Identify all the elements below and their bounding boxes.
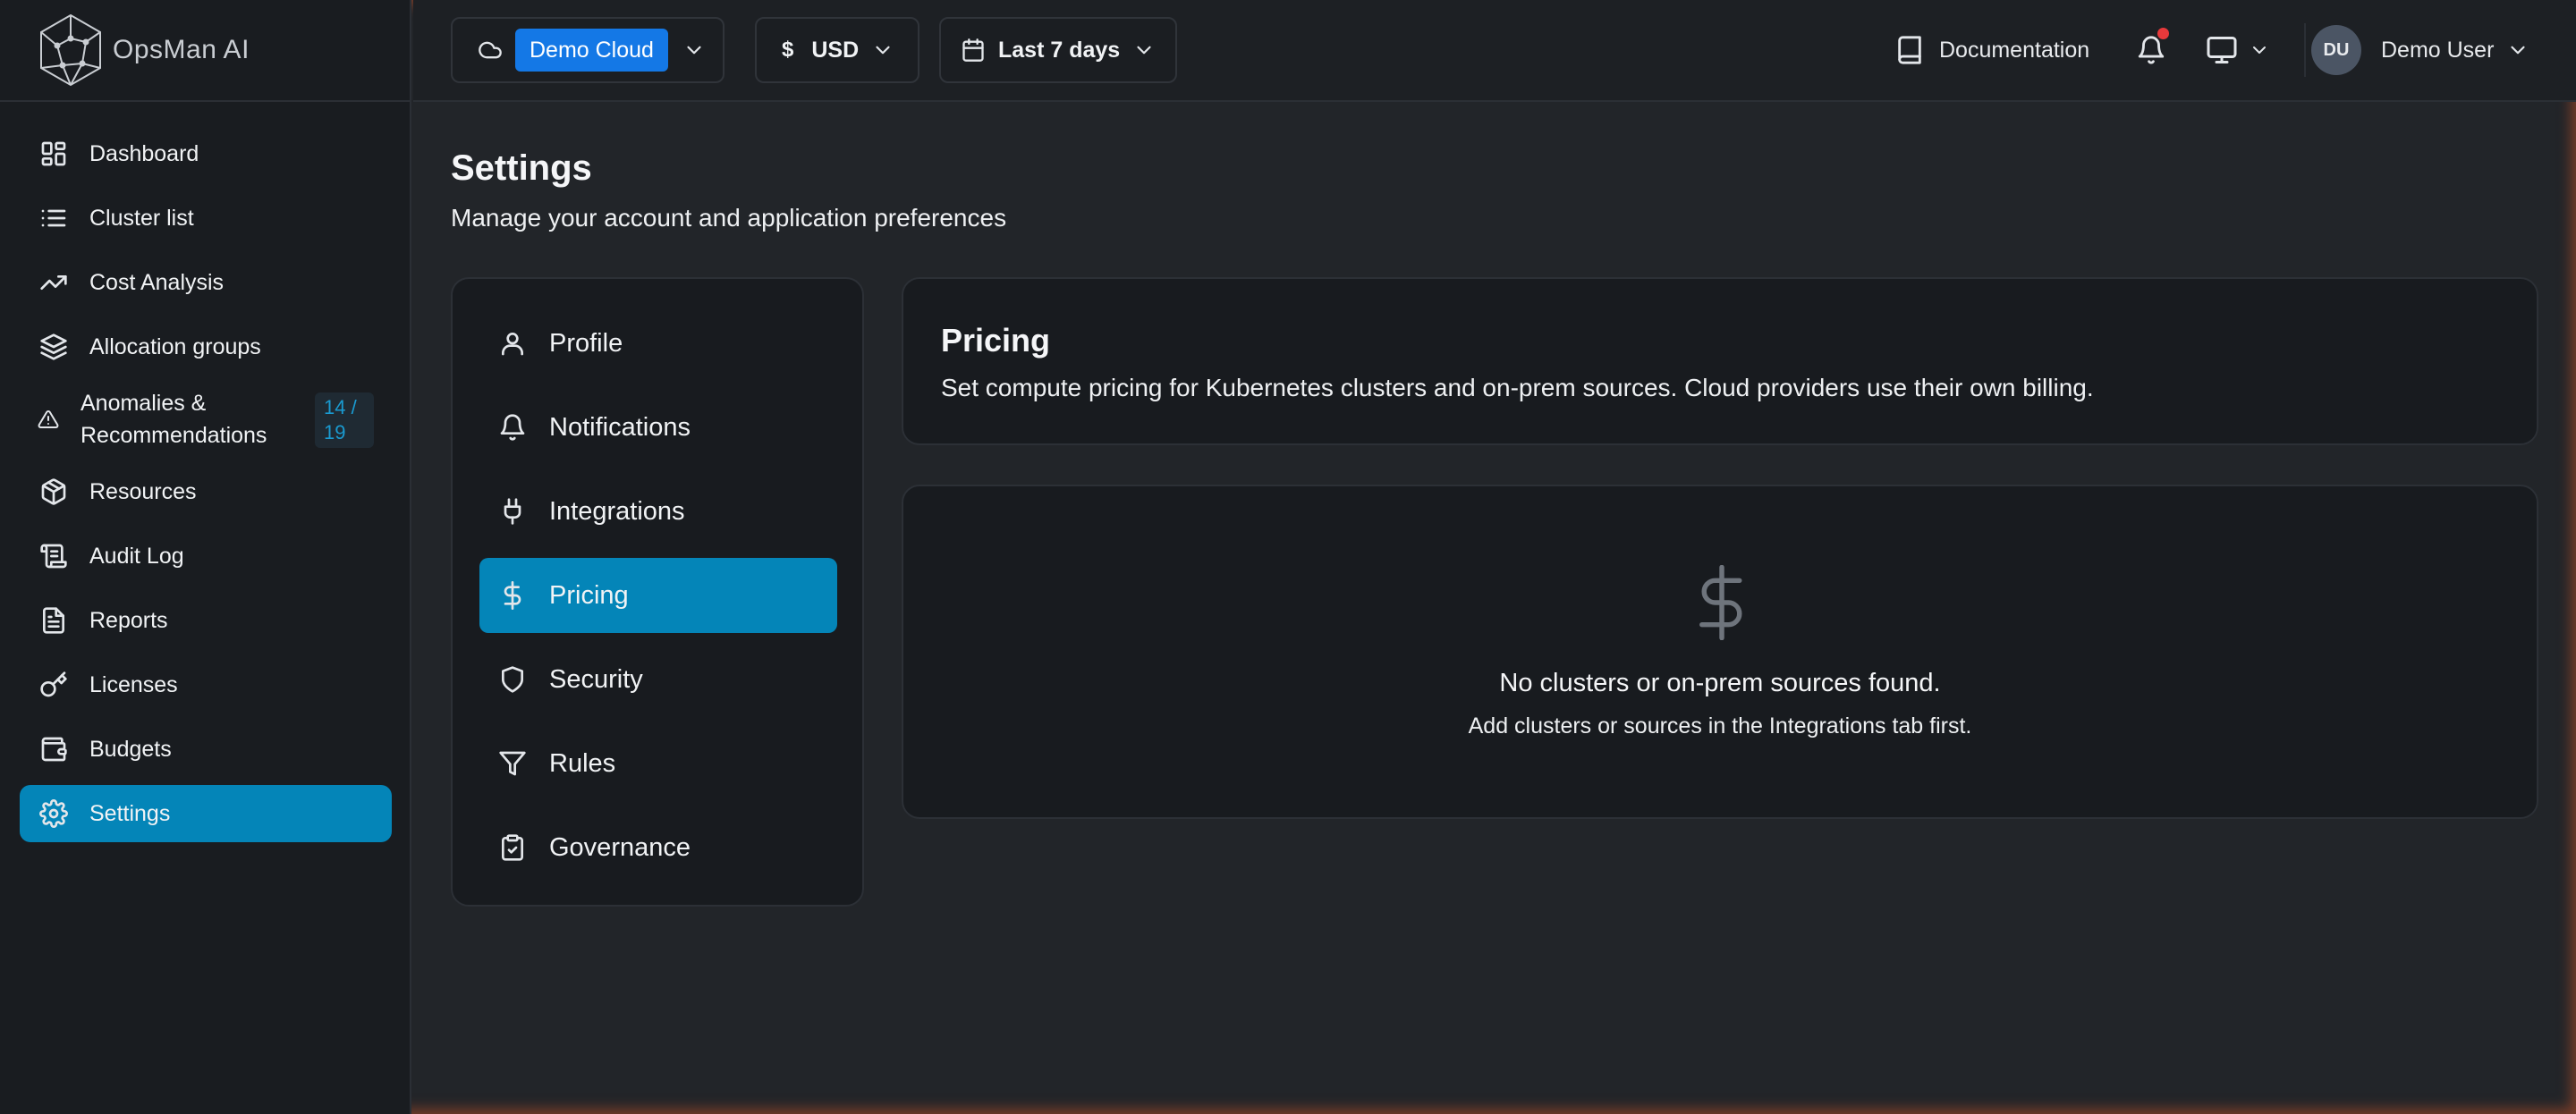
file-text-icon	[38, 604, 70, 637]
cloud-icon	[479, 41, 502, 59]
chevron-down-icon	[687, 46, 701, 55]
plug-icon	[497, 496, 528, 527]
chevron-down-icon	[2253, 46, 2266, 54]
currency-selector[interactable]: $ USD	[755, 17, 919, 83]
currency-value: USD	[811, 37, 860, 63]
sidebar-item-audit-log[interactable]: Audit Log	[20, 527, 392, 585]
sidebar-item-settings[interactable]: Settings	[20, 785, 392, 842]
brand-name: OpsMan AI	[113, 35, 250, 64]
sidebar-item-allocation-groups[interactable]: Allocation groups	[20, 318, 392, 376]
settings-tab-security[interactable]: Security	[479, 642, 837, 717]
chevron-down-icon	[1137, 46, 1151, 55]
dollar-icon	[497, 580, 528, 611]
cloud-selector[interactable]: Demo Cloud	[451, 17, 724, 83]
chevron-down-icon	[2511, 46, 2526, 55]
user-menu[interactable]: DU Demo User	[2311, 17, 2529, 83]
sidebar-item-label: Cost Analysis	[89, 269, 225, 295]
warning-icon	[38, 403, 59, 435]
chevron-down-icon	[876, 46, 890, 55]
settings-tab-pricing[interactable]: Pricing	[479, 558, 837, 633]
sidebar-item-label: Resources	[89, 478, 197, 504]
sidebar-item-licenses[interactable]: Licenses	[20, 656, 392, 713]
notifications-button[interactable]	[2136, 17, 2169, 83]
pricing-title: Pricing	[941, 322, 1051, 359]
settings-tab-integrations[interactable]: Integrations	[479, 474, 837, 549]
settings-tab-label: Profile	[549, 328, 623, 358]
empty-state-title: No clusters or on-prem sources found.	[1499, 669, 1941, 697]
sidebar-item-label: Allocation groups	[89, 333, 261, 359]
currency-symbol: $	[782, 38, 794, 62]
sidebar-item-label: Reports	[89, 607, 168, 633]
sidebar-item-reports[interactable]: Reports	[20, 592, 392, 649]
topbar-divider	[2304, 23, 2306, 77]
layers-icon	[38, 331, 70, 363]
wallet-icon	[38, 733, 70, 765]
bell-icon	[2138, 36, 2165, 64]
sidebar-item-label: Budgets	[89, 736, 172, 762]
settings-tab-label: Governance	[549, 832, 691, 862]
sidebar-nav: Dashboard Cluster list Cost Analysis All…	[20, 125, 392, 849]
app-window: OpsMan AI Dashboard Cluster list Cost An…	[0, 0, 2576, 1114]
topbar: Demo Cloud $ USD Last 7 days Documentati…	[413, 0, 2576, 102]
page-title: Settings	[451, 148, 592, 188]
display-mode-selector[interactable]	[2206, 17, 2270, 83]
notification-dot	[2157, 28, 2169, 39]
gear-icon	[38, 798, 70, 830]
date-range-value: Last 7 days	[998, 37, 1121, 63]
pricing-empty-state: No clusters or on-prem sources found. Ad…	[902, 485, 2538, 819]
clipboard-check-icon	[497, 832, 528, 863]
empty-state-subtitle: Add clusters or sources in the Integrati…	[1468, 713, 1972, 738]
sidebar-item-dashboard[interactable]: Dashboard	[20, 125, 392, 182]
settings-tab-profile[interactable]: Profile	[479, 306, 837, 381]
key-icon	[38, 669, 70, 701]
settings-tab-label: Integrations	[549, 496, 685, 526]
settings-menu: Profile Notifications Integrations Prici…	[451, 277, 864, 907]
user-icon	[497, 328, 528, 359]
dashboard-icon	[38, 138, 70, 170]
sidebar-item-anomalies[interactable]: Anomalies & Recommendations 14 / 19	[20, 383, 392, 456]
sidebar-item-label: Licenses	[89, 671, 178, 697]
documentation-link[interactable]: Documentation	[1894, 17, 2089, 83]
sidebar-item-cluster-list[interactable]: Cluster list	[20, 190, 392, 247]
list-icon	[38, 202, 70, 234]
trending-up-icon	[38, 266, 70, 299]
settings-tab-rules[interactable]: Rules	[479, 726, 837, 801]
dollar-icon	[1699, 565, 1742, 640]
sidebar-item-label: Audit Log	[89, 543, 184, 569]
scroll-icon	[38, 540, 70, 572]
brand[interactable]: OpsMan AI	[0, 0, 411, 102]
shield-icon	[497, 664, 528, 695]
sidebar-item-label: Settings	[89, 800, 171, 826]
sidebar-item-label: Dashboard	[89, 140, 199, 166]
avatar: DU	[2311, 25, 2361, 75]
pricing-description: Set compute pricing for Kubernetes clust…	[941, 374, 2094, 401]
book-icon	[1898, 36, 1921, 64]
filter-icon	[497, 748, 528, 779]
settings-tab-governance[interactable]: Governance	[479, 810, 837, 885]
settings-tab-label: Security	[549, 664, 643, 694]
sidebar-item-label: Cluster list	[89, 205, 194, 231]
settings-tab-notifications[interactable]: Notifications	[479, 390, 837, 465]
settings-tab-label: Pricing	[549, 580, 629, 610]
sidebar-item-label: Anomalies & Recommendations	[80, 391, 267, 448]
calendar-icon	[962, 38, 984, 62]
settings-tab-label: Rules	[549, 748, 616, 778]
sidebar-item-budgets[interactable]: Budgets	[20, 721, 392, 778]
sidebar-item-resources[interactable]: Resources	[20, 463, 392, 520]
cloud-selector-value: Demo Cloud	[515, 29, 668, 72]
page-subtitle: Manage your account and application pref…	[451, 204, 1007, 232]
monitor-icon	[2207, 37, 2237, 63]
logo-icon	[40, 13, 101, 87]
user-name: Demo User	[2381, 37, 2495, 63]
bell-icon	[497, 412, 528, 443]
package-icon	[38, 476, 70, 508]
date-range-selector[interactable]: Last 7 days	[939, 17, 1177, 83]
anomalies-count-badge: 14 / 19	[315, 392, 374, 448]
pricing-header-card: Pricing Set compute pricing for Kubernet…	[902, 277, 2538, 445]
settings-tab-label: Notifications	[549, 412, 691, 442]
sidebar: OpsMan AI Dashboard Cluster list Cost An…	[0, 0, 411, 1114]
documentation-label: Documentation	[1939, 37, 2090, 63]
sidebar-item-cost-analysis[interactable]: Cost Analysis	[20, 254, 392, 311]
